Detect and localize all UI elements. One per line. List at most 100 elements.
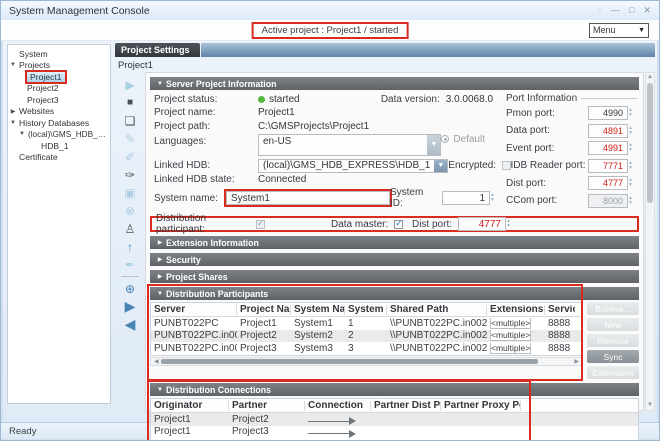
system-name-label: System name: — [154, 193, 226, 204]
collapse-icon[interactable] — [154, 291, 166, 297]
expand-icon[interactable] — [154, 273, 166, 280]
back-icon[interactable]: ◀ — [121, 316, 139, 333]
expand-icon[interactable] — [154, 239, 166, 246]
section-header-project-shares[interactable]: Project Shares — [150, 270, 639, 283]
spinner-arrows-icon[interactable]: ▲▼ — [628, 178, 637, 188]
participants-table-header: Server Project Name System Name System I… — [151, 303, 582, 317]
extensions-cell[interactable]: <multiple> — [490, 318, 531, 329]
spinner-arrows-icon[interactable]: ▲▼ — [628, 108, 637, 118]
section-header-distribution-connections[interactable]: Distribution Connections — [150, 383, 639, 396]
dist-port-stepper[interactable]: 4777 ▲▼ — [458, 217, 515, 231]
scrollbar-thumb[interactable] — [647, 83, 653, 203]
erase-icon[interactable]: ✐ — [121, 148, 139, 165]
default-radio[interactable] — [441, 135, 449, 143]
tree-item-project3[interactable]: Project3 — [9, 94, 109, 106]
forward-icon[interactable]: ▶ — [121, 298, 139, 315]
system-id-stepper[interactable]: 1 ▲▼ — [442, 191, 499, 205]
scroll-down-icon[interactable]: ▼ — [647, 402, 653, 409]
pmon-port-input[interactable]: 4990 — [588, 106, 628, 120]
event-port-input[interactable]: 4991 — [588, 141, 628, 155]
tab-project-settings[interactable]: Project Settings — [115, 43, 200, 57]
tree-item-hdb-express[interactable]: (local)\GMS_HDB_EXPRESS — [9, 129, 109, 141]
linked-hdb-combo[interactable]: (local)\GMS_HDB_EXPRESS\HDB_1 ▼ — [258, 159, 448, 173]
settings-vertical-scrollbar[interactable]: ▲ ▼ — [645, 72, 655, 411]
active-project-banner: Active project : Project1 / started — [252, 22, 409, 39]
data-port-input[interactable]: 4891 — [588, 124, 628, 138]
connection-row[interactable]: Project1 Project2 — [151, 413, 638, 426]
pmon-port-label: Pmon port: — [506, 108, 588, 119]
extensions-cell[interactable]: <multiple> — [490, 330, 531, 341]
chevron-down-icon: ▼ — [638, 27, 645, 34]
encrypted-checkbox[interactable] — [502, 161, 511, 170]
tree-item-system[interactable]: System — [9, 48, 109, 60]
scroll-right-icon[interactable]: ▶ — [572, 358, 581, 365]
project-name-label: Project name: — [154, 107, 258, 118]
spinner-arrows-icon[interactable]: ▲▼ — [628, 161, 637, 171]
expander-icon[interactable] — [18, 131, 26, 137]
participant-row[interactable]: PUNBT022PC.in002.siemens.net Project2 Sy… — [151, 330, 582, 343]
project-path-value: C:\GMSProjects\Project1 — [258, 121, 369, 132]
participants-horizontal-scrollbar[interactable]: ◀ ▶ — [150, 357, 583, 366]
expander-icon[interactable] — [9, 120, 17, 126]
section-header-security[interactable]: Security — [150, 253, 639, 266]
chevron-down-icon[interactable]: ▼ — [434, 160, 447, 172]
collapse-icon[interactable] — [154, 387, 166, 393]
extensions-cell[interactable]: <multiple> — [490, 343, 531, 354]
data-version-value: 3.0.0068.0 — [446, 94, 493, 105]
menu-dropdown[interactable]: Menu ▼ — [589, 23, 649, 38]
language-option[interactable]: en-US — [259, 135, 427, 155]
restore-project-icon[interactable]: ❏ — [121, 112, 139, 129]
close-icon[interactable]: ✕ — [643, 6, 651, 15]
section-header-distribution-participants[interactable]: Distribution Participants — [150, 287, 639, 300]
scrollbar-thumb[interactable] — [161, 359, 539, 364]
upgrade-icon[interactable]: ↑ — [121, 238, 139, 255]
linked-hdb-label: Linked HDB: — [154, 160, 258, 171]
expander-icon[interactable] — [9, 62, 17, 68]
edit-icon[interactable]: ✎ — [121, 130, 139, 147]
tree-item-project1[interactable]: Project1 — [9, 71, 109, 83]
connection-row[interactable]: Project1 Project3 — [151, 426, 638, 439]
tree-item-certificate[interactable]: Certificate — [9, 152, 109, 164]
save-icon[interactable]: ▣ — [121, 184, 139, 201]
window-title: System Management Console — [9, 5, 150, 17]
scroll-left-icon[interactable]: ◀ — [152, 358, 161, 365]
distribution-participant-checkbox[interactable] — [256, 220, 265, 229]
rename-icon[interactable]: ✑ — [121, 166, 139, 183]
languages-listbox[interactable]: en-US ▼ — [258, 134, 441, 156]
status-text: Ready — [9, 426, 36, 437]
add-icon[interactable]: ⊕ — [121, 280, 139, 297]
collapse-icon[interactable] — [154, 81, 166, 87]
hdb-reader-port-input[interactable]: 7771 — [588, 159, 628, 173]
scroll-up-icon[interactable]: ▲ — [647, 74, 653, 81]
spinner-arrows-icon: ▲▼ — [628, 196, 637, 206]
user-edit-icon[interactable]: ♙ — [121, 220, 139, 237]
tree-item-history-databases[interactable]: History Databases — [9, 117, 109, 129]
cancel-icon[interactable]: ⊗ — [121, 202, 139, 219]
section-header-server-project-information[interactable]: Server Project Information — [150, 77, 639, 90]
expand-icon[interactable] — [154, 256, 166, 263]
connections-table: Originator Partner Connection Partner Di… — [150, 398, 639, 441]
tree-item-hdb1[interactable]: HDB_1 — [9, 140, 109, 152]
browse-button: Browse... — [587, 302, 639, 315]
section-header-extension-information[interactable]: Extension Information — [150, 236, 639, 249]
sync-button[interactable]: Sync — [587, 350, 639, 363]
dist-port-input[interactable]: 4777 — [588, 176, 628, 190]
spinner-arrows-icon[interactable]: ▲▼ — [628, 143, 637, 153]
minimize-icon[interactable]: — — [611, 6, 620, 15]
stop-project-icon[interactable]: ■ — [121, 94, 139, 111]
tree-item-project2[interactable]: Project2 — [9, 83, 109, 95]
participant-row[interactable]: PUNBT022PC.in002.siemens.net Project3 Sy… — [151, 342, 582, 355]
participant-row[interactable]: PUNBT022PC Project1 System1 1 \\PUNBT022… — [151, 317, 582, 330]
start-project-icon[interactable]: ▶ — [121, 76, 139, 93]
spinner-arrows-icon[interactable]: ▲▼ — [490, 191, 499, 205]
quill-icon[interactable]: ✒ — [121, 256, 139, 273]
tree-item-websites[interactable]: Websites — [9, 106, 109, 118]
data-master-checkbox[interactable] — [394, 220, 403, 229]
spinner-arrows-icon[interactable]: ▲▼ — [506, 217, 515, 231]
spinner-arrows-icon[interactable]: ▲▼ — [628, 126, 637, 136]
maximize-icon[interactable]: □ — [629, 6, 634, 15]
project-status-label: Project status: — [154, 94, 258, 105]
system-name-input[interactable]: System1 — [226, 191, 390, 205]
connections-table-header: Originator Partner Connection Partner Di… — [151, 399, 638, 413]
expander-icon[interactable] — [9, 108, 17, 115]
